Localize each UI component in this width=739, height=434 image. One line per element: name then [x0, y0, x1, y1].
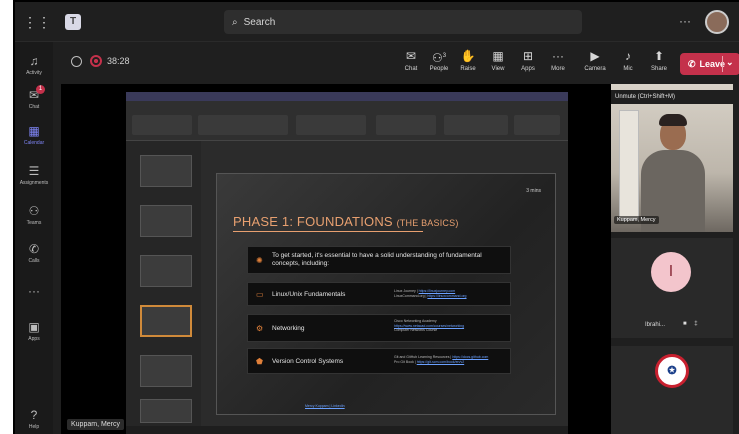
presenter-name-tag: Kuppam, Mercy	[67, 419, 125, 430]
teams-icon: ⚇	[28, 204, 40, 218]
participant-name: Kuppam, Mercy	[614, 216, 659, 224]
rail-item-chat[interactable]: ✉ 1 Chat	[15, 85, 53, 110]
rail-item-activity[interactable]: ♫ Activity	[15, 54, 53, 76]
slide-thumbnail-selected[interactable]	[140, 305, 192, 337]
search-input[interactable]: ⌕ Search	[224, 10, 582, 34]
rail-item-help[interactable]: ? Help	[15, 408, 53, 430]
leave-button[interactable]: ✆ Leave ⌄	[680, 53, 739, 75]
participant-status-icons: ■ ‡	[683, 321, 701, 327]
apps-icon: ▣	[28, 320, 40, 334]
powerpoint-window: 3 mins PHASE 1: FOUNDATIONS (THE BASICS)…	[126, 92, 568, 434]
search-icon: ⌕	[232, 16, 238, 28]
app-launcher-icon[interactable]: ⋮⋮	[23, 14, 51, 30]
participant-video-tile[interactable]: Unmute (Ctrl+Shift+M) Kuppam, Mercy	[611, 84, 733, 232]
slide-thumbnail[interactable]	[140, 255, 192, 287]
phone-icon: ✆	[28, 242, 40, 256]
help-icon: ?	[30, 408, 38, 422]
slide-thumbnail[interactable]	[140, 399, 192, 423]
people-icon: ⚇3	[431, 51, 447, 65]
mic-off-icon: ♪	[625, 49, 631, 63]
chat-icon: ✉	[405, 49, 417, 63]
rail-item-more[interactable]: ···	[15, 284, 53, 298]
more-icon: ···	[552, 49, 564, 63]
network-icon: ⚙	[256, 324, 264, 333]
intro-box: ✺ To get started, it's essential to have…	[247, 246, 511, 274]
shared-screen: 3 mins PHASE 1: FOUNDATIONS (THE BASICS)…	[61, 84, 611, 434]
ppt-title-bar	[126, 92, 568, 101]
avatar[interactable]	[705, 10, 729, 34]
view-button[interactable]: ▦ View	[484, 48, 512, 72]
participant-avatar-tile[interactable]: I Ibrahi... ■ ‡	[611, 238, 733, 338]
bell-icon: ♫	[29, 54, 39, 68]
mic-button[interactable]: ♪ Mic	[614, 48, 642, 72]
chat-button[interactable]: ✉ Chat	[397, 48, 425, 72]
hand-icon: ✋	[460, 49, 476, 63]
assignments-icon: ☰	[28, 164, 40, 178]
slide-thumbnails	[126, 141, 201, 426]
participant-name: Ibrahi...	[645, 322, 666, 328]
title-bar: ⋮⋮ T ⌕ Search ···	[15, 2, 739, 42]
rail-item-apps[interactable]: ▣ Apps	[15, 320, 53, 342]
avatar: I	[651, 252, 691, 292]
more-options-icon[interactable]: ···	[679, 14, 691, 28]
camera-button[interactable]: ▶ Camera	[581, 48, 609, 72]
slide-title: PHASE 1: FOUNDATIONS (THE BASICS)	[233, 214, 459, 229]
camera-off-icon: ▶	[590, 49, 600, 63]
recording-icon	[90, 55, 102, 67]
organization-logo: ✪	[655, 354, 689, 388]
topic-box: ⚙ Networking Cisco Networking Academy htt…	[247, 314, 511, 342]
more-icon: ···	[28, 284, 40, 298]
share-button[interactable]: ⬆ Share	[645, 48, 673, 72]
git-icon: ⬟	[256, 357, 263, 366]
chevron-down-icon[interactable]: ⌄	[726, 57, 734, 68]
ppt-ribbon	[126, 101, 568, 141]
meeting-timer: 38:28	[107, 56, 130, 66]
view-icon: ▦	[492, 49, 504, 63]
calendar-icon: ▦	[28, 124, 40, 138]
more-button[interactable]: ··· More	[544, 48, 572, 72]
rail-item-teams[interactable]: ⚇ Teams	[15, 204, 53, 226]
terminal-icon: ▭	[256, 290, 264, 299]
slide-thumbnail[interactable]	[140, 355, 192, 387]
teams-logo: T	[65, 14, 81, 30]
rail-item-calendar[interactable]: ▦ Calendar	[15, 124, 53, 146]
left-rail: ♫ Activity ✉ 1 Chat ▦ Calendar ☰ Assignm…	[15, 42, 53, 434]
slide-credit: Mercy Kuppam | LinkedIn	[305, 404, 345, 408]
lightbulb-icon: ✺	[256, 256, 263, 265]
topic-box: ▭ Linux/Unix Fundamentals Linux Journey …	[247, 282, 511, 306]
share-icon: ⬆	[653, 49, 665, 63]
ppt-status-bar	[126, 426, 568, 434]
slide: 3 mins PHASE 1: FOUNDATIONS (THE BASICS)…	[216, 173, 556, 415]
meeting-toolbar: 38:28 ✉ Chat ⚇3 People ✋ Raise ▦ View ⊞ …	[53, 42, 739, 84]
search-placeholder: Search	[243, 16, 276, 28]
unmute-tooltip: Unmute (Ctrl+Shift+M)	[611, 90, 733, 104]
slide-thumbnail[interactable]	[140, 205, 192, 237]
teams-window: ⋮⋮ T ⌕ Search ··· ♫ Activity ✉ 1 Chat ▦ …	[13, 0, 739, 434]
phone-icon: ✆	[688, 58, 696, 69]
rail-item-calls[interactable]: ✆ Calls	[15, 242, 53, 264]
participant-logo-tile[interactable]: ✪	[611, 346, 733, 434]
slide-thumbnail[interactable]	[140, 155, 192, 187]
rail-item-assignments[interactable]: ☰ Assignments	[15, 164, 53, 186]
shield-icon[interactable]	[71, 56, 82, 67]
slide-time-label: 3 mins	[526, 188, 541, 194]
chat-badge: 1	[36, 85, 45, 94]
apps-button[interactable]: ⊞ Apps	[514, 48, 542, 72]
add-app-icon: ⊞	[522, 49, 534, 63]
topic-box: ⬟ Version Control Systems Git and GitHub…	[247, 348, 511, 374]
people-button[interactable]: ⚇3 People	[425, 48, 453, 72]
raise-hand-button[interactable]: ✋ Raise	[454, 48, 482, 72]
